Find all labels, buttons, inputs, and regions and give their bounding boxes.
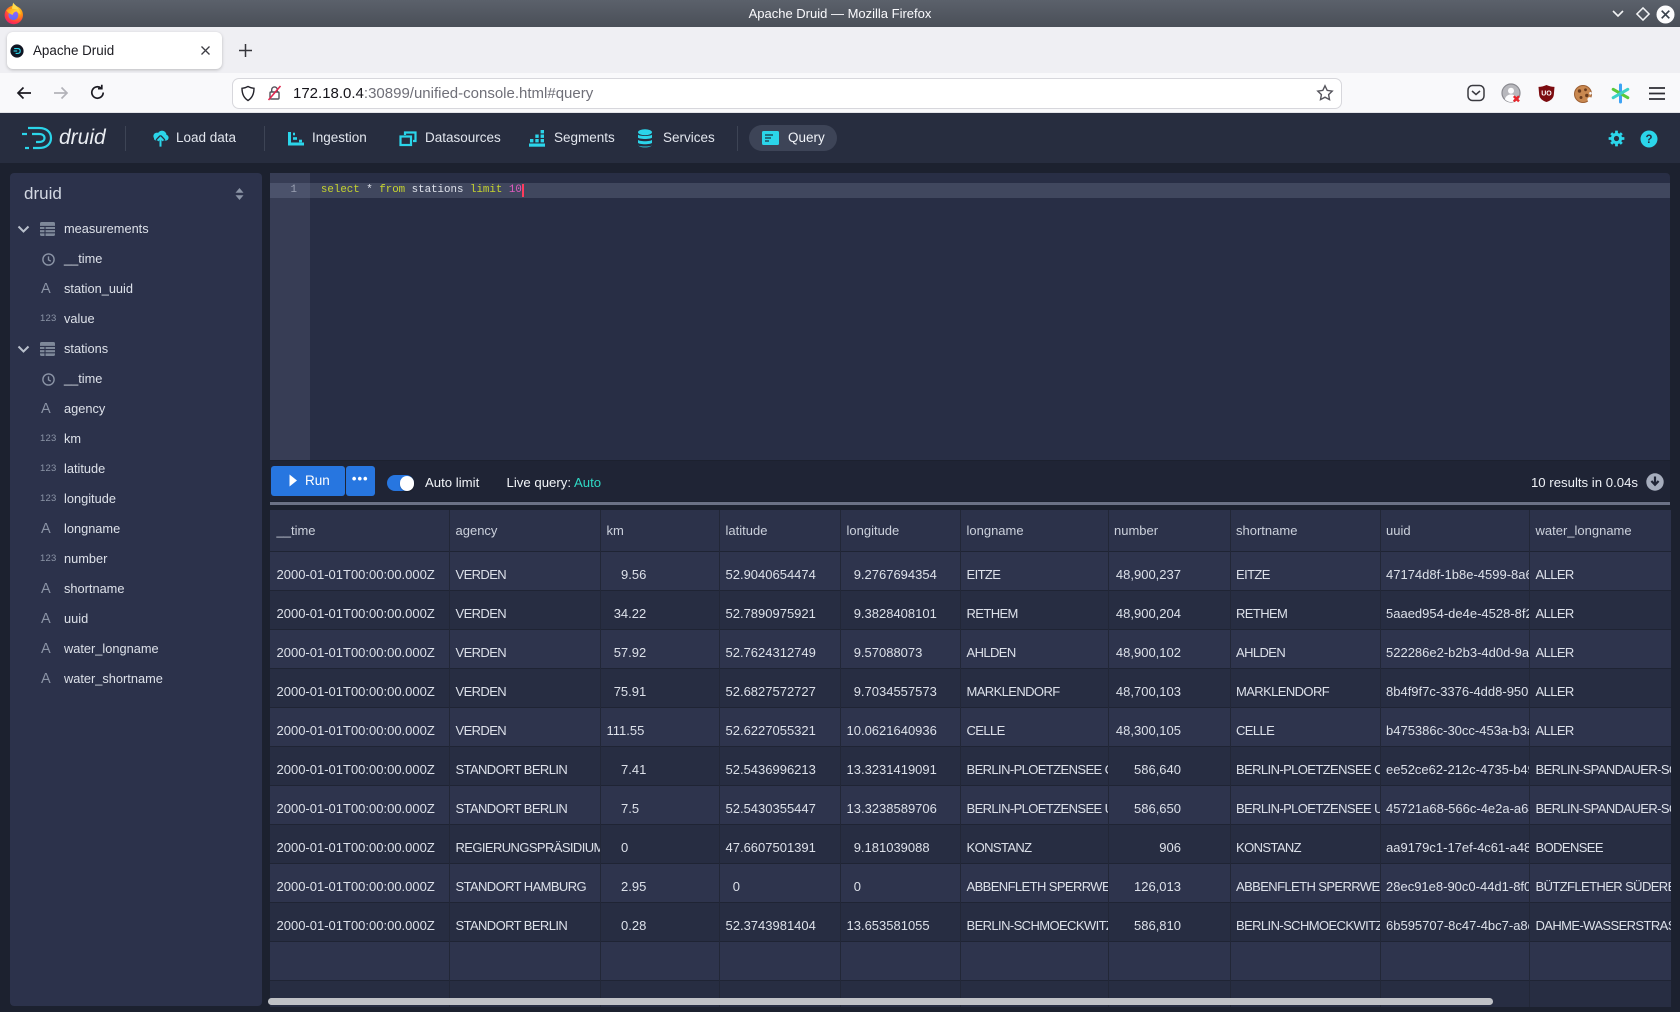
svg-text:?: ? — [1645, 134, 1652, 146]
svg-text:UO: UO — [1541, 91, 1552, 98]
